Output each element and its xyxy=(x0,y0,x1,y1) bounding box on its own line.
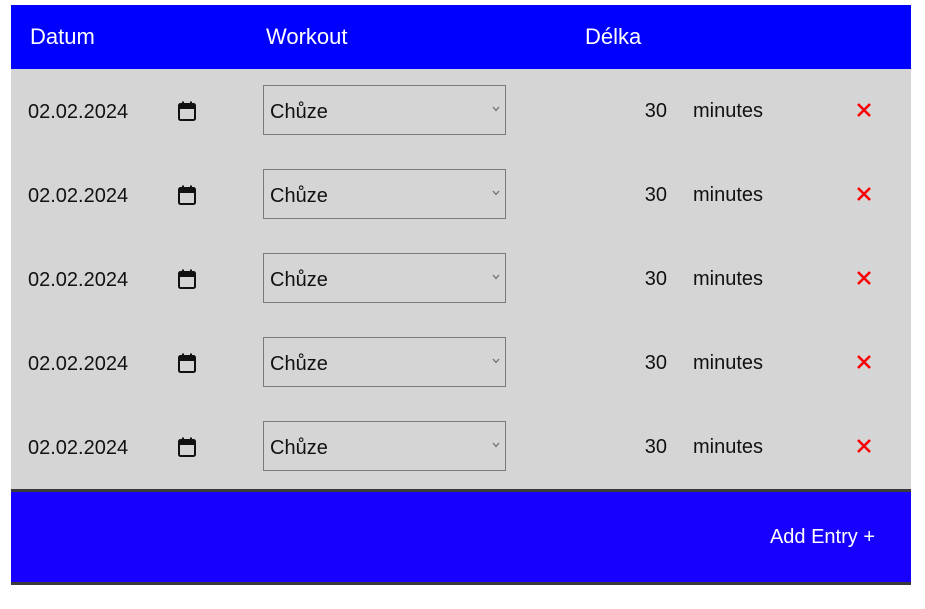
workout-select[interactable]: Chůze xyxy=(263,169,506,219)
workout-select[interactable]: Chůze xyxy=(263,85,506,135)
entry-row: 02.02.2024 Chůze 30 minutes xyxy=(11,405,911,489)
close-icon[interactable] xyxy=(856,354,872,370)
date-input[interactable]: 02.02.2024 xyxy=(28,437,128,459)
close-icon[interactable] xyxy=(856,438,872,454)
calendar-icon[interactable] xyxy=(178,269,196,289)
calendar-icon[interactable] xyxy=(178,185,196,205)
duration-value[interactable]: 30 xyxy=(645,268,667,290)
workout-selected-value: Chůze xyxy=(270,101,328,123)
workout-selected-value: Chůze xyxy=(270,185,328,207)
chevron-down-icon xyxy=(492,442,500,448)
chevron-down-icon xyxy=(492,358,500,364)
calendar-icon[interactable] xyxy=(178,101,196,121)
close-icon[interactable] xyxy=(856,270,872,286)
table-header: Datum Workout Délka xyxy=(11,5,911,69)
workout-select[interactable]: Chůze xyxy=(263,253,506,303)
header-workout: Workout xyxy=(266,24,348,49)
duration-unit: minutes xyxy=(693,100,764,122)
table-footer: Add Entry + xyxy=(11,489,911,585)
date-input[interactable]: 02.02.2024 xyxy=(28,101,128,123)
header-date: Datum xyxy=(30,24,95,49)
chevron-down-icon xyxy=(492,274,500,280)
close-icon[interactable] xyxy=(856,186,872,202)
workout-selected-value: Chůze xyxy=(270,437,328,459)
duration-value[interactable]: 30 xyxy=(645,436,667,458)
calendar-icon[interactable] xyxy=(178,437,196,457)
workout-selected-value: Chůze xyxy=(270,269,328,291)
entry-row: 02.02.2024 Chůze 30 minutes xyxy=(11,153,911,237)
duration-unit: minutes xyxy=(693,436,764,458)
entry-row: 02.02.2024 Chůze 30 minutes xyxy=(11,237,911,321)
entries-list: 02.02.2024 Chůze 30 minutes 02.02.2024 C… xyxy=(11,69,911,489)
chevron-down-icon xyxy=(492,106,500,112)
chevron-down-icon xyxy=(492,190,500,196)
workout-log-app: Datum Workout Délka 02.02.2024 Chůze 30 … xyxy=(11,5,911,585)
duration-unit: minutes xyxy=(693,352,764,374)
calendar-icon[interactable] xyxy=(178,353,196,373)
date-input[interactable]: 02.02.2024 xyxy=(28,269,128,291)
duration-value[interactable]: 30 xyxy=(645,100,667,122)
entry-row: 02.02.2024 Chůze 30 minutes xyxy=(11,69,911,153)
duration-unit: minutes xyxy=(693,268,764,290)
header-length: Délka xyxy=(585,24,642,49)
workout-select[interactable]: Chůze xyxy=(263,421,506,471)
duration-unit: minutes xyxy=(693,184,764,206)
entry-row: 02.02.2024 Chůze 30 minutes xyxy=(11,321,911,405)
workout-select[interactable]: Chůze xyxy=(263,337,506,387)
duration-value[interactable]: 30 xyxy=(645,352,667,374)
workout-selected-value: Chůze xyxy=(270,353,328,375)
add-entry-button[interactable]: Add Entry + xyxy=(770,525,875,549)
close-icon[interactable] xyxy=(856,102,872,118)
date-input[interactable]: 02.02.2024 xyxy=(28,353,128,375)
date-input[interactable]: 02.02.2024 xyxy=(28,185,128,207)
duration-value[interactable]: 30 xyxy=(645,184,667,206)
